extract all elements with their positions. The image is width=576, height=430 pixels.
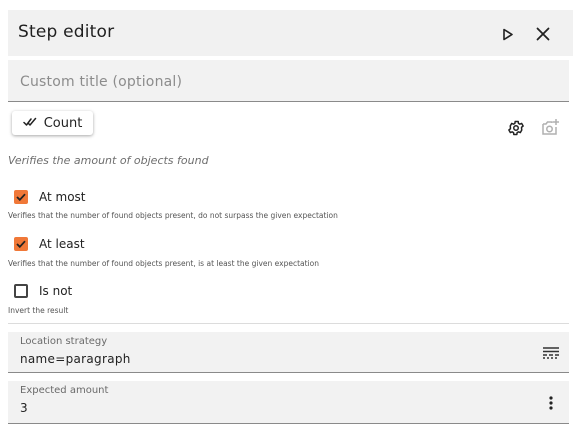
page-title: Step editor — [18, 22, 115, 42]
step-editor-header: Step editor — [8, 10, 573, 56]
locator-icon[interactable] — [542, 346, 560, 360]
close-icon[interactable] — [532, 23, 554, 45]
option-hint: Invert the result — [8, 306, 69, 315]
option-at-least[interactable]: At least — [14, 235, 85, 253]
more-vert-icon[interactable] — [548, 395, 554, 411]
field-value[interactable]: 3 — [20, 401, 28, 415]
play-icon[interactable] — [498, 24, 518, 44]
field-label: Expected amount — [20, 385, 109, 396]
custom-title-placeholder: Custom title (optional) — [20, 74, 183, 90]
step-type-button[interactable]: Count — [12, 111, 93, 135]
add-photo-icon[interactable] — [540, 117, 562, 137]
option-hint: Verifies that the number of found object… — [8, 211, 338, 220]
option-label: At least — [39, 237, 85, 251]
expected-amount-field[interactable]: Expected amount 3 — [8, 381, 569, 424]
step-type-label: Count — [43, 115, 83, 131]
option-hint: Verifies that the number of found object… — [8, 259, 319, 268]
option-at-most[interactable]: At most — [14, 188, 86, 206]
field-label: Location strategy — [20, 336, 108, 347]
location-strategy-field[interactable]: Location strategy name=paragraph — [8, 332, 569, 373]
option-label: Is not — [39, 284, 73, 298]
count-check-icon — [22, 116, 37, 131]
option-is-not[interactable]: Is not — [14, 282, 72, 300]
gear-icon[interactable] — [506, 118, 526, 138]
custom-title-input[interactable]: Custom title (optional) — [8, 60, 569, 102]
divider — [8, 323, 569, 324]
option-label: At most — [39, 190, 86, 204]
checkbox-checked-icon[interactable] — [14, 237, 28, 251]
checkbox-unchecked-icon[interactable] — [14, 284, 28, 298]
step-description: Verifies the amount of objects found — [8, 154, 209, 167]
checkbox-checked-icon[interactable] — [14, 190, 28, 204]
field-value[interactable]: name=paragraph — [20, 352, 131, 366]
